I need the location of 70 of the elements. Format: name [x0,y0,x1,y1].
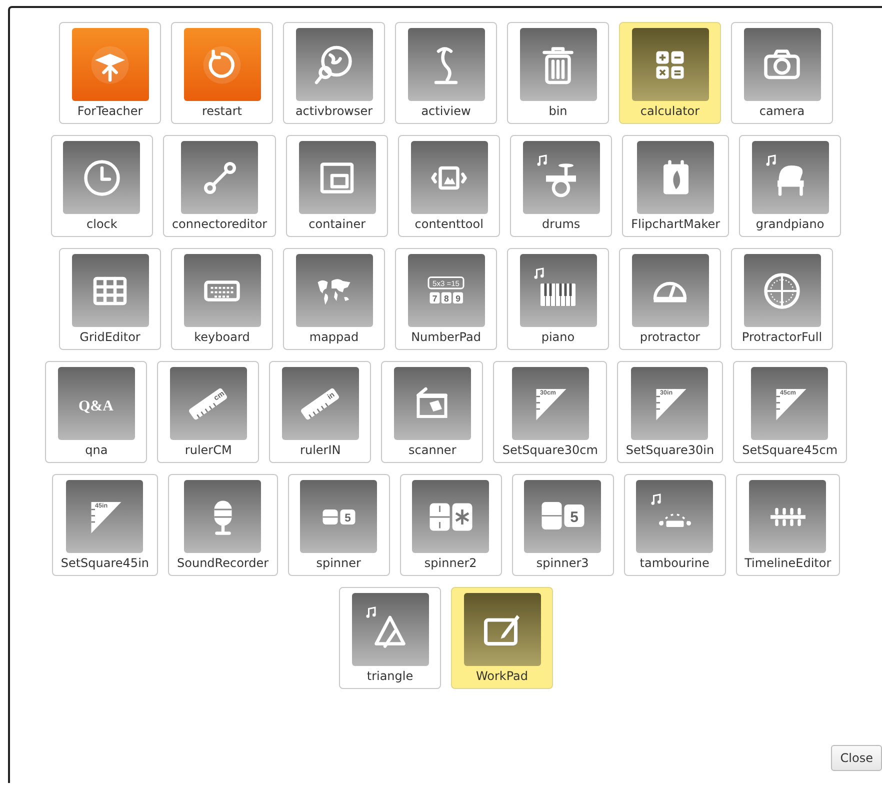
tool-tile[interactable]: SoundRecorder [168,474,278,576]
tool-label: SetSquare30in [626,443,714,458]
tool-label: ForTeacher [77,104,143,119]
tool-label: piano [541,330,575,345]
tool-label: scanner [408,443,456,458]
tool-label: actiview [421,104,471,119]
tool-label: drums [542,217,580,232]
tool-tile[interactable]: grandpiano [739,135,842,237]
tool-label: container [308,217,366,232]
tool-label: FlipchartMaker [631,217,720,232]
tool-tile[interactable]: clock [50,135,153,237]
tool-tile[interactable]: 5x3 =15 7 8 9 NumberPad [395,248,497,350]
tool-label: rulerCM [184,443,232,458]
tool-tile[interactable]: calculator [619,22,721,124]
tool-tile[interactable]: connectoreditor [162,135,276,237]
tool-tile[interactable]: ForTeacher [59,22,161,124]
tool-tile[interactable]: actiview [395,22,497,124]
tool-label: mappad [309,330,359,345]
tool-tile[interactable]: activbrowser [283,22,385,124]
tool-tile[interactable]: protractor [619,248,721,350]
tool-tile[interactable]: scanner [381,361,484,463]
tool-label: camera [759,104,805,119]
tool-label: SetSquare30cm [502,443,598,458]
tool-tile[interactable]: container [286,135,388,237]
tool-tile[interactable]: spinner2 [400,474,502,576]
tool-tile[interactable]: bin [507,22,609,124]
tool-tile[interactable]: mappad [283,248,385,350]
tool-tile[interactable]: TimelineEditor [736,474,840,576]
tool-label: bin [548,104,568,119]
tool-label: contenttool [414,217,484,232]
tool-label: protractor [640,330,700,345]
tool-label: calculator [640,104,700,119]
tool-label: WorkPad [476,669,528,684]
tool-tile[interactable]: tambourine [624,474,726,576]
tool-tile[interactable]: restart [171,22,273,124]
tool-tile[interactable]: ProtractorFull [731,248,833,350]
qna-icon: Q&A [71,378,122,428]
tool-label: SetSquare45in [60,556,150,571]
tool-tile[interactable]: 5 spinner3 [512,474,614,576]
tool-label: spinner [316,556,361,571]
tool-label: qna [85,443,108,458]
tool-tile[interactable]: GridEditor [59,248,161,350]
tool-tile[interactable]: keyboard [171,248,273,350]
tool-tile[interactable]: FlipchartMaker [622,135,730,237]
tool-tile[interactable]: piano [507,248,609,350]
tool-tile[interactable]: 5 spinner [288,474,390,576]
tool-label: NumberPad [411,330,481,345]
tool-label: SetSquare45cm [742,443,838,458]
tool-tile[interactable]: triangle [339,587,441,689]
tool-label: restart [202,104,242,119]
tool-tile[interactable]: Q&A qna [45,361,148,463]
tool-label: SoundRecorder [177,556,269,571]
tool-tile[interactable]: contenttool [398,135,500,237]
tool-label: GridEditor [80,330,140,345]
tool-label: TimelineEditor [744,556,832,571]
close-button[interactable]: Close [831,745,882,771]
tool-label: tambourine [640,556,710,571]
tool-label: grandpiano [756,217,824,232]
tool-label: spinner3 [536,556,589,571]
tool-label: ProtractorFull [742,330,822,345]
tool-label: connectoreditor [172,217,268,232]
tool-label: spinner2 [424,556,477,571]
tool-label: clock [86,217,118,232]
tool-tile[interactable]: WorkPad [451,587,553,689]
tool-tile[interactable]: drums [510,135,612,237]
tool-label: triangle [366,669,414,684]
tool-label: keyboard [194,330,250,345]
tool-label: rulerIN [300,443,341,458]
tool-tile[interactable]: camera [731,22,833,124]
tool-label: activbrowser [295,104,373,119]
